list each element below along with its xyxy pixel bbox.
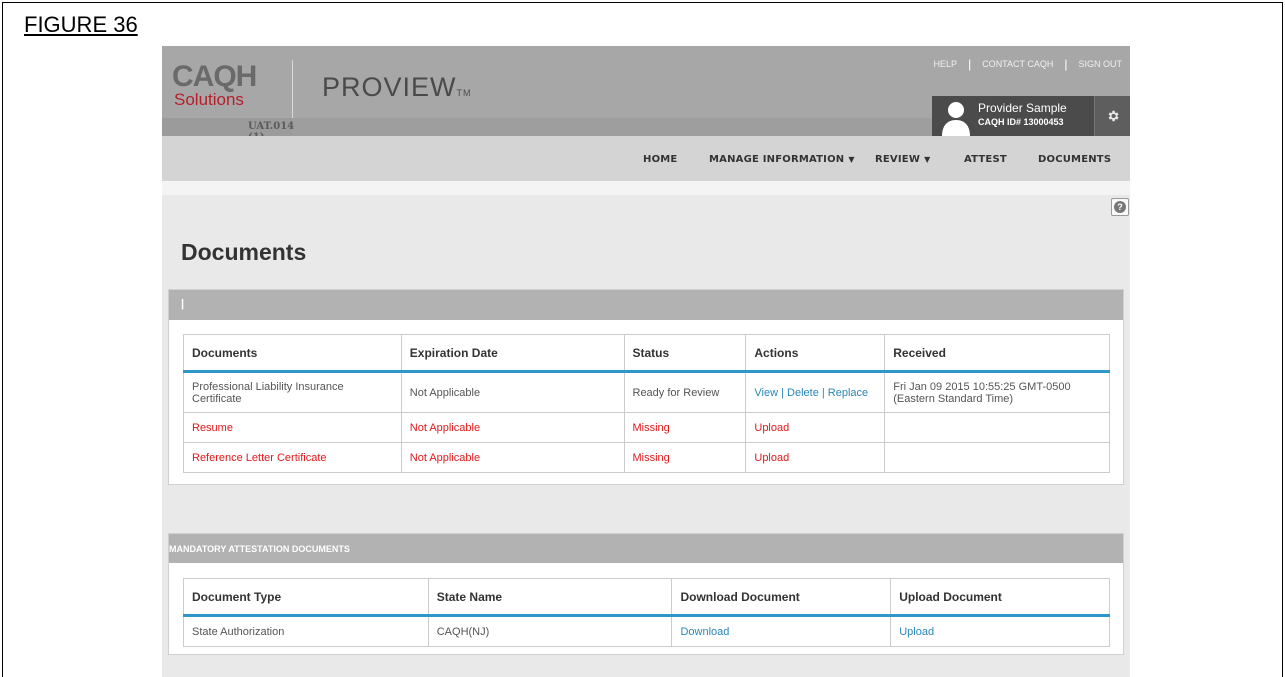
nav-attest[interactable]: ATTEST <box>964 154 1007 165</box>
download-cell: Download <box>671 615 892 647</box>
top-links: HELP | CONTACT CAQH | SIGN OUT <box>934 57 1122 71</box>
nav-review-label: REVIEW <box>875 154 921 165</box>
received-date: Fri Jan 09 2015 10:55:25 GMT-0500 (Easte… <box>884 371 1110 413</box>
document-name: Professional Liability Insurance Certifi… <box>183 371 402 413</box>
help-link[interactable]: HELP <box>934 59 958 69</box>
user-name: Provider Sample <box>978 101 1067 115</box>
expiration-date: Not Applicable <box>400 412 625 443</box>
col-actions: Actions <box>745 334 886 373</box>
expiration-date: Not Applicable <box>400 371 625 413</box>
document-name: Resume <box>183 412 402 443</box>
nav-attest-label: ATTEST <box>964 154 1007 165</box>
col-status: Status <box>623 334 747 373</box>
user-avatar-icon <box>942 102 970 136</box>
app-header: CAQH Solutions PROVIEWTM UAT.014 (1) HEL… <box>162 46 1130 143</box>
table-header-row: Document Type State Name Download Docume… <box>183 578 1110 617</box>
table-row: State Authorization CAQH(NJ) Download Up… <box>183 615 1110 647</box>
table-header-row: Documents Expiration Date Status Actions… <box>183 334 1110 373</box>
attestation-panel: MANDATORY ATTESTATION DOCUMENTS Document… <box>168 533 1124 655</box>
actions-cell: Upload <box>745 412 886 443</box>
col-document-type: Document Type <box>183 578 429 617</box>
document-type: State Authorization <box>183 615 429 647</box>
solutions-logo-text: Solutions <box>174 90 244 109</box>
col-download-document: Download Document <box>671 578 892 617</box>
document-name: Reference Letter Certificate <box>183 442 402 473</box>
state-name: CAQH(NJ) <box>427 615 673 647</box>
caret-down-icon: ▼ <box>924 155 931 164</box>
attestation-panel-title: MANDATORY ATTESTATION DOCUMENTS <box>169 534 1123 563</box>
col-documents: Documents <box>183 334 402 373</box>
table-row: Professional Liability Insurance Certifi… <box>183 371 1110 413</box>
received-date <box>884 442 1110 473</box>
nav-documents-label: DOCUMENTS <box>1038 154 1112 165</box>
actions-cell: View | Delete | Replace <box>745 371 886 413</box>
logo-divider <box>292 60 293 118</box>
proview-logo: PROVIEWTM <box>322 72 472 103</box>
caqh-logo: CAQH <box>172 60 257 93</box>
question-icon: ? <box>1114 201 1126 213</box>
status: Ready for Review <box>623 371 747 413</box>
nav-manage-information[interactable]: MANAGE INFORMATION ▼ <box>709 154 855 165</box>
documents-panel: | Documents Expiration Date Status Actio… <box>168 289 1124 485</box>
main-nav: HOME MANAGE INFORMATION ▼ REVIEW ▼ ATTEST … <box>162 136 1130 181</box>
attestation-table: Document Type State Name Download Docume… <box>183 578 1110 647</box>
proview-logo-text: PROVIEW <box>322 72 457 102</box>
table-row: Reference Letter Certificate Not Applica… <box>183 442 1110 473</box>
status: Missing <box>623 412 747 443</box>
delete-link[interactable]: Delete <box>787 387 819 399</box>
user-caqh-id: CAQH ID# 13000453 <box>978 117 1064 127</box>
replace-link[interactable]: Replace <box>828 387 868 399</box>
environment-label: UAT.014 (1) <box>162 118 294 143</box>
nav-bottom-strip <box>162 181 1130 195</box>
user-profile-box[interactable]: Provider Sample CAQH ID# 13000453 <box>932 96 1130 136</box>
documents-panel-header: | <box>169 290 1123 320</box>
page-title: Documents <box>181 239 307 265</box>
contact-caqh-link[interactable]: CONTACT CAQH <box>982 59 1053 69</box>
upload-link[interactable]: Upload <box>754 422 789 434</box>
nav-documents[interactable]: DOCUMENTS <box>1038 154 1111 165</box>
trademark-mark: TM <box>456 88 472 98</box>
download-link[interactable]: Download <box>680 626 729 638</box>
col-expiration-date: Expiration Date <box>400 334 625 373</box>
gear-icon <box>1108 110 1119 122</box>
caret-down-icon: ▼ <box>848 155 855 164</box>
nav-home-label: HOME <box>643 154 678 165</box>
actions-cell: Upload <box>745 442 886 473</box>
view-link[interactable]: View <box>754 387 778 399</box>
received-date <box>884 412 1110 443</box>
nav-manage-information-label: MANAGE INFORMATION <box>709 154 845 165</box>
link-separator: | <box>1064 57 1068 71</box>
nav-home[interactable]: HOME <box>643 154 677 165</box>
settings-gear-icon[interactable] <box>1094 96 1130 136</box>
col-upload-document: Upload Document <box>890 578 1110 617</box>
upload-link[interactable]: Upload <box>754 452 789 464</box>
expiration-date: Not Applicable <box>400 442 625 473</box>
table-row: Resume Not Applicable Missing Upload <box>183 412 1110 443</box>
nav-review[interactable]: REVIEW ▼ <box>875 154 930 165</box>
figure-label: FIGURE 36 <box>24 12 138 37</box>
documents-table: Documents Expiration Date Status Actions… <box>183 334 1110 473</box>
status: Missing <box>623 442 747 473</box>
help-button[interactable]: ? <box>1111 198 1129 216</box>
action-separator: | <box>778 386 788 399</box>
sign-out-link[interactable]: SIGN OUT <box>1078 59 1122 69</box>
upload-cell: Upload <box>890 615 1110 647</box>
link-separator: | <box>968 57 972 71</box>
action-separator: | <box>818 386 828 399</box>
proview-app: CAQH Solutions PROVIEWTM UAT.014 (1) HEL… <box>162 46 1130 677</box>
upload-link[interactable]: Upload <box>899 626 934 638</box>
col-received: Received <box>884 334 1110 373</box>
col-state-name: State Name <box>427 578 673 617</box>
